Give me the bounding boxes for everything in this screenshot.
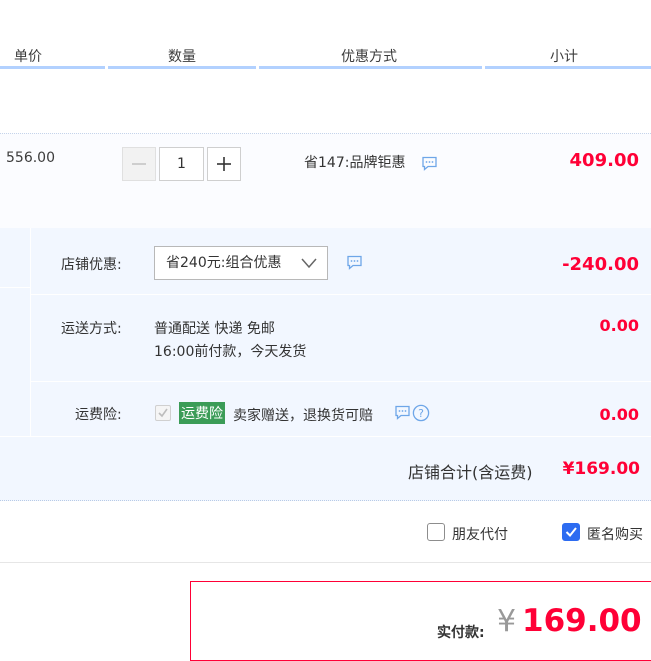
anonymous-label[interactable]: 匿名购买: [587, 524, 643, 544]
panel-divider: [0, 287, 30, 288]
unit-price: 556.00: [6, 150, 55, 166]
header-divider: [108, 66, 256, 69]
item-subtotal: 409.00: [569, 150, 639, 171]
shipping-amount: 0.00: [599, 316, 639, 335]
insurance-amount: 0.00: [599, 405, 639, 424]
shipping-method: 普通配送 快递 免邮: [154, 321, 275, 337]
currency-symbol: ¥: [497, 604, 517, 639]
header-quantity: 数量: [168, 49, 196, 65]
check-icon: [565, 527, 577, 537]
shipping-label: 运送方式:: [61, 321, 122, 337]
friend-pay-checkbox[interactable]: [427, 523, 445, 541]
question-icon[interactable]: ?: [412, 404, 430, 422]
header-divider: [0, 66, 105, 69]
check-icon: [158, 408, 168, 418]
item-promo: 省147:品牌钜惠: [304, 155, 406, 171]
shop-total-amount: ¥169.00: [562, 459, 640, 479]
minus-icon: [132, 163, 146, 165]
header-discount: 优惠方式: [341, 49, 397, 65]
panel-divider: [30, 228, 31, 436]
comment-icon[interactable]: [346, 255, 363, 270]
section-divider: [0, 562, 651, 563]
shop-discount-label: 店铺优惠:: [61, 257, 122, 273]
payment-label: 实付款:: [437, 625, 485, 641]
header-divider: [259, 66, 482, 69]
increase-quantity-button[interactable]: [207, 147, 241, 181]
shop-discount-selected: 省240元:组合优惠: [166, 255, 282, 271]
shop-discount-select[interactable]: 省240元:组合优惠: [154, 246, 328, 280]
plus-icon: [217, 157, 231, 171]
svg-text:?: ?: [418, 407, 424, 420]
insurance-text: 卖家赠送，退换货可赔: [233, 408, 373, 424]
insurance-tag: 运费险: [179, 402, 225, 424]
decrease-quantity-button[interactable]: [122, 147, 156, 181]
comment-icon[interactable]: [394, 405, 411, 420]
header-unit-price: 单价: [14, 49, 42, 65]
quantity-input[interactable]: 1: [159, 147, 204, 181]
item-row: [0, 133, 651, 229]
comment-icon[interactable]: [421, 156, 438, 171]
panel-divider: [30, 294, 651, 295]
shop-total-label: 店铺合计(含运费): [408, 463, 533, 482]
panel-divider: [0, 436, 651, 437]
insurance-checkbox: [155, 405, 171, 421]
chevron-down-icon: [301, 258, 317, 269]
payment-amount: 169.00: [522, 603, 642, 639]
header-subtotal: 小计: [550, 49, 578, 65]
panel-divider: [30, 381, 651, 382]
header-divider: [485, 66, 651, 69]
shop-discount-amount: -240.00: [562, 254, 639, 275]
insurance-label: 运费险:: [75, 407, 122, 423]
shipping-note: 16:00前付款，今天发货: [154, 344, 307, 360]
anonymous-checkbox[interactable]: [562, 523, 580, 541]
friend-pay-label[interactable]: 朋友代付: [452, 524, 508, 544]
